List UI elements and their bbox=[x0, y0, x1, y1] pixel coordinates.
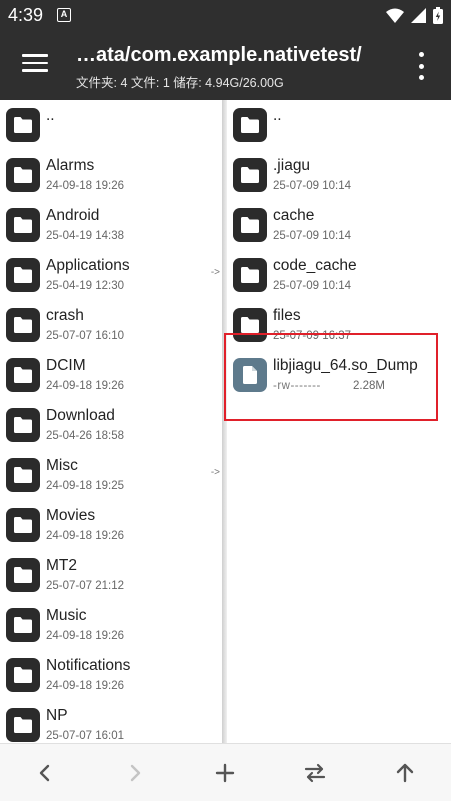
bottom-toolbar bbox=[0, 743, 451, 801]
item-date: 25-07-07 16:10 bbox=[46, 330, 125, 342]
item-name: Android bbox=[46, 207, 100, 224]
item-name: MT2 bbox=[46, 557, 77, 574]
list-item[interactable]: cache 25-07-09 10:14 bbox=[227, 200, 451, 250]
item-name: crash bbox=[46, 307, 84, 324]
app-bar: …ata/com.example.nativetest/ 文件夹: 4 文件: … bbox=[0, 32, 451, 100]
folder-icon bbox=[6, 558, 40, 592]
file-permissions: -rw------- bbox=[273, 380, 321, 392]
item-name: files bbox=[273, 307, 301, 324]
item-name: Download bbox=[46, 407, 115, 424]
item-date: 25-07-09 16:37 bbox=[273, 330, 352, 342]
item-name: Applications bbox=[46, 257, 130, 274]
status-icons bbox=[386, 7, 443, 24]
item-date: 25-04-19 12:30 bbox=[46, 280, 125, 292]
item-date: 25-07-09 10:14 bbox=[273, 230, 352, 242]
list-item[interactable]: Notifications 24-09-18 19:26 bbox=[0, 650, 223, 700]
folder-icon bbox=[6, 708, 40, 742]
folder-icon bbox=[233, 208, 267, 242]
folder-icon bbox=[6, 408, 40, 442]
item-date: 25-07-09 10:14 bbox=[273, 180, 352, 192]
wifi-icon bbox=[386, 8, 404, 23]
item-date: 25-07-07 16:01 bbox=[46, 730, 125, 742]
item-name: DCIM bbox=[46, 357, 86, 374]
current-path: …ata/com.example.nativetest/ bbox=[76, 44, 362, 66]
list-item[interactable]: MT2 25-07-07 21:12 bbox=[0, 550, 223, 600]
swap-icon[interactable] bbox=[302, 760, 328, 786]
back-arrow-icon[interactable] bbox=[32, 760, 58, 786]
status-time: 4:39 bbox=[8, 5, 44, 25]
folder-icon bbox=[6, 358, 40, 392]
list-item[interactable]: .jiagu 25-07-09 10:14 bbox=[227, 150, 451, 200]
item-date: 24-09-18 19:26 bbox=[46, 380, 125, 392]
folder-icon bbox=[6, 108, 40, 142]
left-file-pane[interactable]: .. Alarms 24-09-18 19:26 Android 25-04-1… bbox=[0, 100, 223, 743]
item-date: 25-04-26 18:58 bbox=[46, 430, 125, 442]
item-date: 24-09-18 19:26 bbox=[46, 630, 125, 642]
item-name: Movies bbox=[46, 507, 96, 524]
add-icon[interactable] bbox=[212, 760, 238, 786]
more-options-icon[interactable] bbox=[411, 52, 431, 80]
folder-icon bbox=[6, 208, 40, 242]
file-name: libjiagu_64.so_Dump bbox=[273, 357, 418, 374]
item-date: 25-04-19 14:38 bbox=[46, 230, 125, 242]
item-name: .jiagu bbox=[273, 157, 311, 174]
list-item[interactable]: crash 25-07-07 16:10 bbox=[0, 300, 223, 350]
item-date: 25-07-07 21:12 bbox=[46, 580, 125, 592]
file-icon bbox=[233, 358, 267, 392]
signal-icon bbox=[411, 8, 426, 23]
folder-icon bbox=[6, 158, 40, 192]
item-name: .. bbox=[273, 107, 282, 124]
folder-icon bbox=[6, 608, 40, 642]
list-item[interactable]: Android 25-04-19 14:38 bbox=[0, 200, 223, 250]
folder-icon bbox=[233, 258, 267, 292]
file-size: 2.28M bbox=[353, 380, 385, 392]
folder-icon bbox=[6, 258, 40, 292]
symlink-indicator: -> bbox=[210, 467, 220, 478]
symlink-indicator: -> bbox=[210, 267, 220, 278]
list-item[interactable]: Music 24-09-18 19:26 bbox=[0, 600, 223, 650]
status-bar: 4:39 A bbox=[0, 0, 451, 32]
list-item[interactable]: Applications 25-04-19 12:30 -> bbox=[0, 250, 223, 300]
list-item[interactable]: DCIM 24-09-18 19:26 bbox=[0, 350, 223, 400]
item-name: NP bbox=[46, 707, 68, 724]
item-name: Music bbox=[46, 607, 87, 624]
list-item[interactable]: NP 25-07-07 16:01 bbox=[0, 700, 223, 743]
notification-a-icon: A bbox=[57, 8, 71, 22]
battery-charging-icon bbox=[433, 7, 443, 24]
folder-icon bbox=[6, 658, 40, 692]
list-item[interactable]: Download 25-04-26 18:58 bbox=[0, 400, 223, 450]
storage-info: 文件夹: 4 文件: 1 储存: 4.94G/26.00G bbox=[76, 76, 284, 90]
item-date: 24-09-18 19:26 bbox=[46, 530, 125, 542]
list-item[interactable]: .. bbox=[0, 100, 223, 150]
item-date: 24-09-18 19:25 bbox=[46, 480, 125, 492]
file-list-item[interactable]: libjiagu_64.so_Dump -rw------- 2.28M bbox=[227, 350, 451, 400]
up-arrow-icon[interactable] bbox=[392, 760, 418, 786]
list-item[interactable]: files 25-07-09 16:37 bbox=[227, 300, 451, 350]
folder-icon bbox=[233, 308, 267, 342]
item-name: cache bbox=[273, 207, 315, 224]
list-item[interactable]: .. bbox=[227, 100, 451, 150]
item-name: Alarms bbox=[46, 157, 95, 174]
folder-icon bbox=[6, 458, 40, 492]
list-item[interactable]: code_cache 25-07-09 10:14 bbox=[227, 250, 451, 300]
list-item[interactable]: Movies 24-09-18 19:26 bbox=[0, 500, 223, 550]
item-date: 24-09-18 19:26 bbox=[46, 180, 125, 192]
item-name: Notifications bbox=[46, 657, 131, 674]
folder-icon bbox=[233, 158, 267, 192]
menu-icon[interactable] bbox=[22, 54, 48, 76]
list-item[interactable]: Alarms 24-09-18 19:26 bbox=[0, 150, 223, 200]
folder-icon bbox=[6, 508, 40, 542]
item-date: 24-09-18 19:26 bbox=[46, 680, 125, 692]
folder-icon bbox=[233, 108, 267, 142]
forward-arrow-icon[interactable] bbox=[122, 760, 148, 786]
item-date: 25-07-09 10:14 bbox=[273, 280, 352, 292]
folder-icon bbox=[6, 308, 40, 342]
item-name: Misc bbox=[46, 457, 78, 474]
item-name: .. bbox=[46, 107, 55, 124]
list-item[interactable]: Misc 24-09-18 19:25 -> bbox=[0, 450, 223, 500]
item-name: code_cache bbox=[273, 257, 357, 274]
right-file-pane[interactable]: .. .jiagu 25-07-09 10:14 cache 25-07-09 … bbox=[227, 100, 451, 743]
